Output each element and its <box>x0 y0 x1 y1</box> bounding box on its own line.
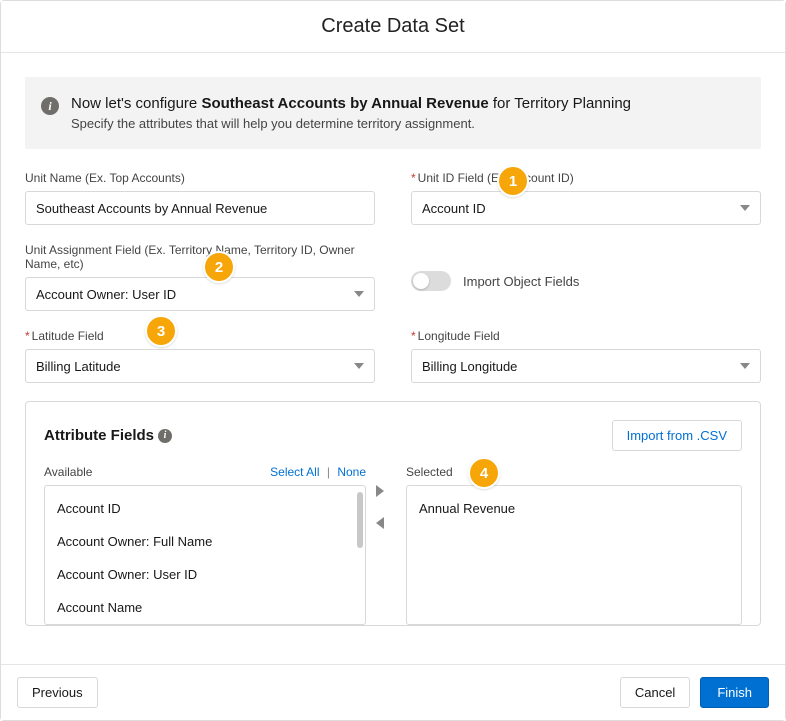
cancel-button[interactable]: Cancel <box>620 677 690 708</box>
latitude-value: Billing Latitude <box>36 359 121 374</box>
callout-2: 2 <box>203 251 235 283</box>
scrollbar-thumb[interactable] <box>357 492 363 548</box>
banner-sub: Specify the attributes that will help yo… <box>71 116 631 131</box>
list-item[interactable]: Account Owner: User ID <box>55 558 355 591</box>
unit-id-value: Account ID <box>422 201 486 216</box>
previous-button[interactable]: Previous <box>17 677 98 708</box>
longitude-label: *Longitude Field <box>411 329 761 343</box>
callout-4: 4 <box>468 457 500 489</box>
attribute-panel: Attribute Fields i Import from .CSV Avai… <box>25 401 761 626</box>
info-icon: i <box>41 97 59 115</box>
longitude-select[interactable]: Billing Longitude <box>411 349 761 383</box>
chevron-down-icon <box>354 291 364 297</box>
list-item[interactable]: Account ID <box>55 492 355 525</box>
move-left-button[interactable] <box>376 517 384 529</box>
import-object-toggle[interactable] <box>411 271 451 291</box>
list-item[interactable]: Account Owner: Full Name <box>55 525 355 558</box>
select-none-link[interactable]: None <box>337 465 366 479</box>
chevron-down-icon <box>740 363 750 369</box>
import-object-label: Import Object Fields <box>463 274 579 289</box>
info-icon: i <box>158 429 172 443</box>
assignment-select[interactable]: Account Owner: User ID <box>25 277 375 311</box>
callout-1: 1 <box>497 165 529 197</box>
finish-button[interactable]: Finish <box>700 677 769 708</box>
latitude-label: *Latitude Field <box>25 329 375 343</box>
unit-name-input[interactable] <box>25 191 375 225</box>
assignment-label: Unit Assignment Field (Ex. Territory Nam… <box>25 243 375 271</box>
available-label: Available <box>44 465 92 479</box>
longitude-value: Billing Longitude <box>422 359 517 374</box>
toggle-knob <box>413 273 429 289</box>
attribute-title: Attribute Fields i <box>44 427 172 444</box>
list-item[interactable]: Annual Revenue <box>417 492 731 525</box>
available-list[interactable]: Account ID Account Owner: Full Name Acco… <box>44 485 366 625</box>
unit-name-label: Unit Name (Ex. Top Accounts) <box>25 171 375 185</box>
banner-title: Now let's configure Southeast Accounts b… <box>71 95 631 112</box>
callout-3: 3 <box>145 315 177 347</box>
modal-footer: Previous Cancel Finish <box>1 664 785 720</box>
available-actions: Select All | None <box>270 465 366 479</box>
assignment-value: Account Owner: User ID <box>36 287 176 302</box>
selected-label: Selected <box>406 465 453 479</box>
banner-emphasis: Southeast Accounts by Annual Revenue <box>201 95 488 112</box>
modal-title: Create Data Set <box>1 15 785 38</box>
selected-list[interactable]: Annual Revenue <box>406 485 742 625</box>
banner-suffix: for Territory Planning <box>489 95 631 112</box>
move-right-button[interactable] <box>376 485 384 497</box>
latitude-select[interactable]: Billing Latitude <box>25 349 375 383</box>
import-csv-button[interactable]: Import from .CSV <box>612 420 742 451</box>
modal-header: Create Data Set <box>1 1 785 53</box>
unit-id-select[interactable]: Account ID <box>411 191 761 225</box>
chevron-down-icon <box>740 205 750 211</box>
unit-id-label: *Unit ID Field (Ex. Account ID) <box>411 171 761 185</box>
chevron-down-icon <box>354 363 364 369</box>
select-all-link[interactable]: Select All <box>270 465 319 479</box>
list-item[interactable]: Account Name <box>55 591 355 624</box>
banner-prefix: Now let's configure <box>71 95 201 112</box>
config-banner: i Now let's configure Southeast Accounts… <box>25 77 761 149</box>
